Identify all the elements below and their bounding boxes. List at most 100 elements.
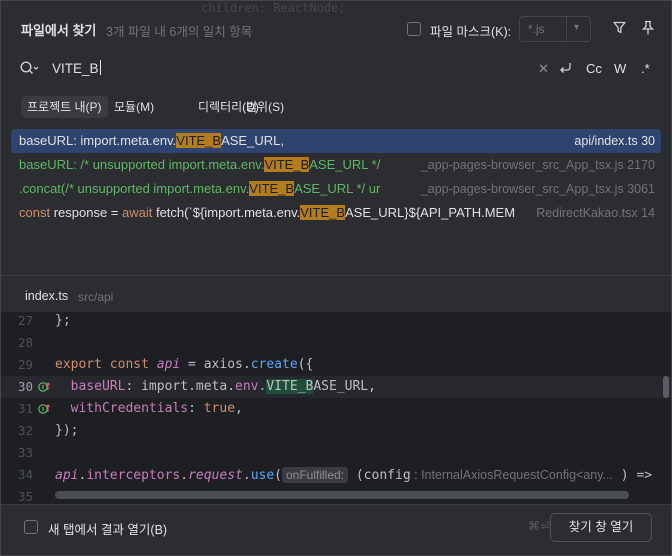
file-mask-combobox[interactable]: *.js ▾ [519, 16, 591, 42]
chevron-down-icon[interactable]: ▾ [574, 22, 579, 33]
code-property: baseURL [70, 379, 126, 394]
code-text: ) => [612, 468, 653, 483]
horizontal-scrollbar[interactable] [55, 491, 629, 499]
line-number: 32 [17, 423, 33, 438]
find-in-files-dialog: children: ReactNode; 파일에서 찾기 3개 파일 내 6개의… [0, 0, 672, 556]
search-icon[interactable] [19, 59, 41, 77]
code-text: = axios. [180, 357, 251, 372]
new-tab-checkbox[interactable] [24, 520, 38, 534]
tab-in-project[interactable]: 프로젝트 내(P) [21, 96, 108, 118]
search-bar: VITE_B ✕ Cc W .* [1, 57, 671, 81]
result-prefix: fetch(`${import.meta.env. [152, 205, 301, 220]
result-suffix: ASE_URL, [221, 133, 284, 148]
code-text: , [235, 401, 243, 416]
result-match: VITE_B [176, 133, 222, 148]
code-text: . [242, 468, 251, 483]
implementation-gutter-icon[interactable] [38, 380, 52, 394]
code-text: ({ [297, 357, 314, 372]
line-code: }); [55, 423, 79, 438]
code-line: 31 withCredentials: true, [1, 398, 671, 420]
match-count: 3개 파일 내 6개의 일치 항목 [106, 25, 253, 39]
line-code: withCredentials: true, [55, 398, 243, 420]
line-number: 28 [17, 335, 33, 350]
dialog-footer: 새 탭에서 결과 열기(B) ⌘⏎ 찾기 창 열기 [1, 504, 671, 555]
code-line: 28 [1, 332, 671, 354]
tab-scope[interactable]: 범위(S) [240, 96, 290, 118]
code-property: interceptors [86, 468, 181, 483]
result-row[interactable]: baseURL: /* unsupported import.meta.env.… [11, 153, 661, 177]
code-text: (config [348, 468, 411, 483]
code-text: . [180, 468, 189, 483]
code-line: 34 api.interceptors.request.use(onFulfil… [1, 464, 671, 486]
parameter-hint: onFulfilled: [282, 467, 349, 483]
preview-file-name: index.ts [25, 289, 69, 303]
dialog-header: children: ReactNode; 파일에서 찾기 3개 파일 내 6개의… [1, 1, 671, 57]
tab-module[interactable]: 모듈(M) [108, 96, 160, 118]
line-code: export const api = axios.create({ [55, 354, 313, 376]
match-case-toggle[interactable]: Cc [586, 61, 602, 76]
result-text: baseURL: import.meta.env.VITE_BASE_URL, [19, 129, 284, 153]
code-text: : import.meta. [125, 379, 236, 394]
code-property: withCredentials [70, 401, 189, 416]
file-mask-value: *.js [528, 22, 545, 36]
line-code: api.interceptors.request.use(onFulfilled… [55, 464, 652, 487]
new-tab-label: 새 탭에서 결과 열기(B) [48, 523, 168, 537]
new-line-icon[interactable] [557, 60, 573, 76]
background-code-snippet: children: ReactNode; [201, 1, 346, 15]
code-line: 29 export const api = axios.create({ [1, 354, 671, 376]
result-file: api/index.ts 30 [568, 129, 655, 153]
result-keyword: const [19, 205, 51, 220]
code-text: ASE_URL, [313, 379, 376, 394]
implementation-gutter-icon[interactable] [38, 402, 52, 416]
line-number: 27 [17, 313, 33, 328]
line-number: 29 [17, 357, 33, 372]
result-suffix: ASE_URL}${API_PATH.MEM [345, 205, 516, 220]
type-hint: : InternalAxiosRequestConfig<any... [410, 468, 613, 482]
file-mask-label: 파일 마스크(K): [430, 25, 512, 39]
regex-toggle[interactable]: .* [641, 61, 650, 76]
code-keyword: true [203, 401, 236, 416]
pin-icon[interactable] [641, 20, 655, 36]
search-input[interactable]: VITE_B [52, 60, 101, 76]
result-text: const response = await fetch(`${import.m… [19, 201, 515, 225]
result-prefix: .concat(/* unsupported import.meta.env. [19, 181, 250, 196]
result-match: VITE_B [264, 157, 310, 172]
scope-tabs: 프로젝트 내(P) 모듈(M) 디렉터리(D) 범위(S) [1, 96, 671, 120]
code-variable: api [55, 468, 79, 483]
vertical-scrollbar[interactable] [663, 376, 669, 398]
line-number: 31 [17, 401, 33, 416]
line-code: }; [55, 313, 71, 328]
combo-separator [566, 17, 567, 41]
preview-header: index.ts src/api [1, 276, 671, 312]
result-match: VITE_B [300, 205, 346, 220]
text-caret [99, 60, 101, 75]
code-line: 27 }; [1, 312, 671, 332]
result-suffix: ASE_URL */ ur [294, 181, 381, 196]
code-line: 32 }); [1, 420, 671, 442]
line-number: 34 [17, 467, 33, 482]
search-query: VITE_B [52, 61, 99, 76]
result-file: _app-pages-browser_src_App_tsx.js 3061 [414, 177, 655, 201]
clear-icon[interactable]: ✕ [538, 61, 549, 77]
code-property: env [235, 379, 259, 394]
code-function: create [250, 357, 298, 372]
result-row[interactable]: const response = await fetch(`${import.m… [11, 201, 661, 225]
open-in-find-window-button[interactable]: 찾기 창 열기 [550, 513, 652, 542]
result-row[interactable]: baseURL: import.meta.env.VITE_BASE_URL, … [11, 129, 661, 153]
filter-icon[interactable] [612, 20, 627, 35]
code-preview[interactable]: 27 }; 28 29 export const api = axios.cre… [1, 312, 671, 504]
result-prefix: baseURL: /* unsupported import.meta.env. [19, 157, 265, 172]
result-text: .concat(/* unsupported import.meta.env.V… [19, 177, 380, 201]
whole-words-toggle[interactable]: W [614, 61, 626, 76]
dialog-title: 파일에서 찾기 [21, 23, 97, 38]
result-file: _app-pages-browser_src_App_tsx.js 2170 [414, 153, 655, 177]
line-number: 35 [17, 489, 33, 504]
result-row[interactable]: .concat(/* unsupported import.meta.env.V… [11, 177, 661, 201]
result-prefix: response = [50, 205, 122, 220]
code-line-current: 30 baseURL: import.meta.env.VITE_BASE_UR… [1, 376, 671, 398]
code-keyword: export const [55, 357, 157, 372]
file-mask-checkbox[interactable] [407, 22, 421, 36]
code-function: use [250, 468, 275, 483]
code-variable: api [156, 357, 181, 372]
line-number: 33 [17, 445, 33, 460]
